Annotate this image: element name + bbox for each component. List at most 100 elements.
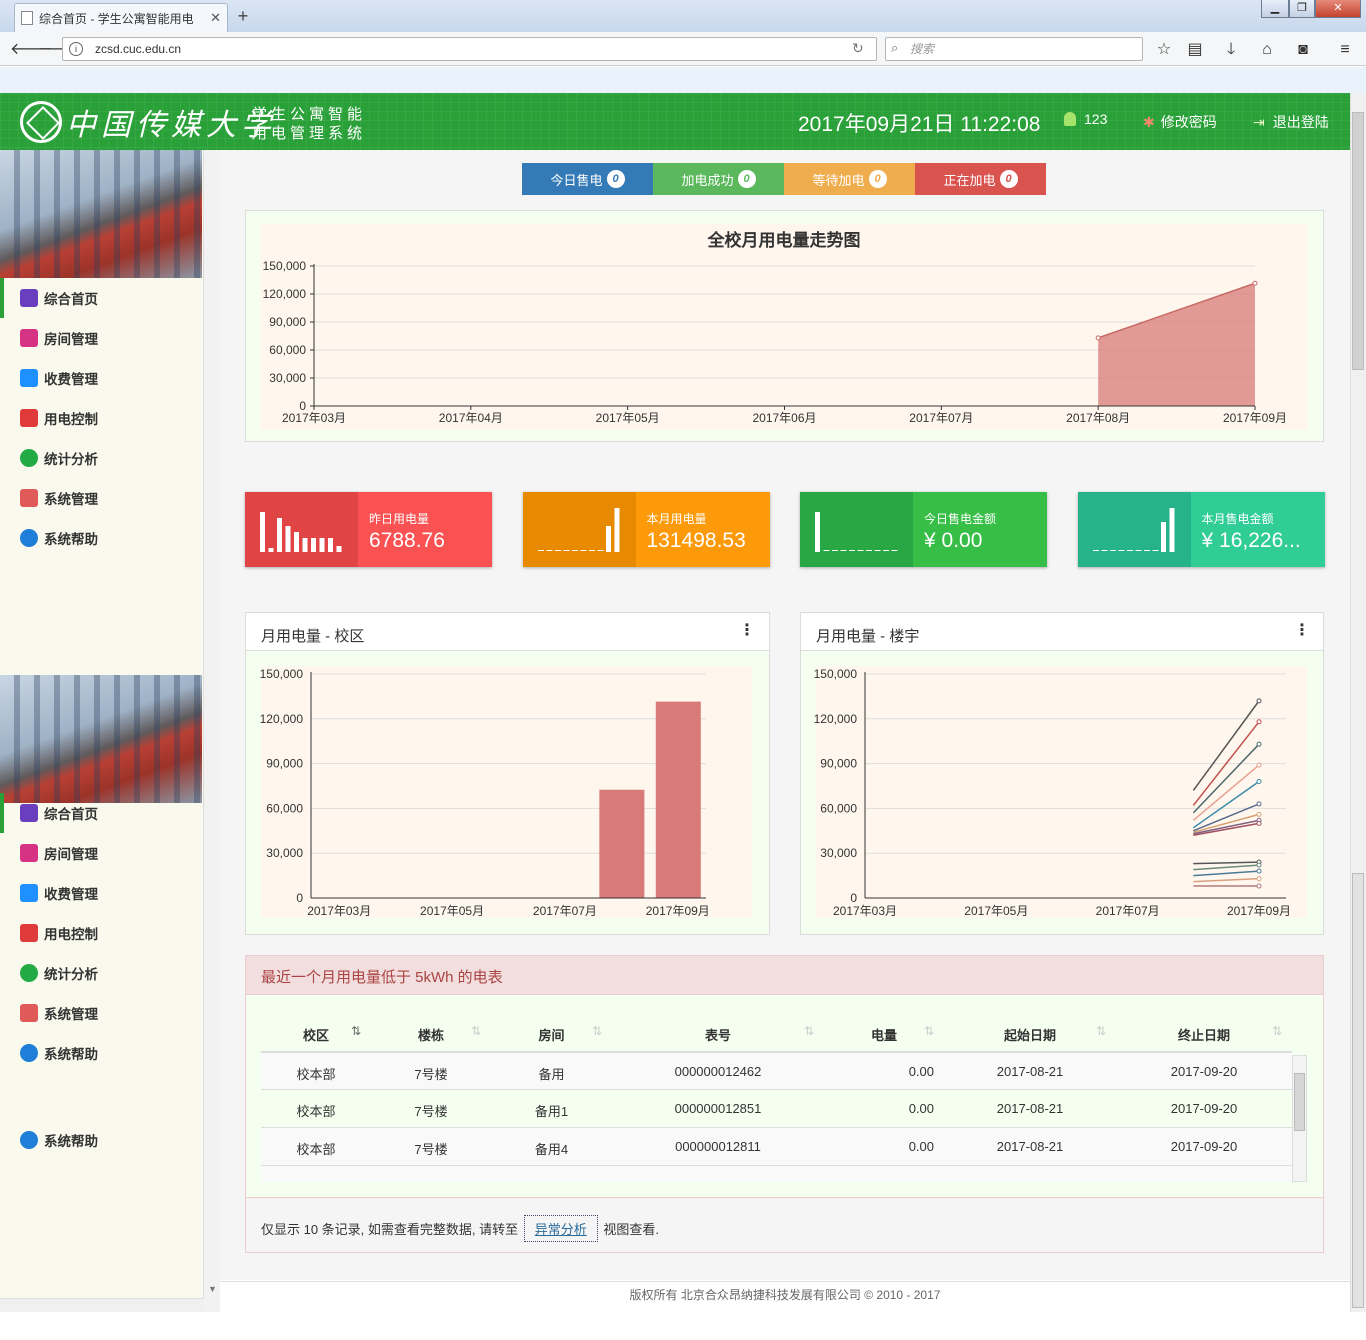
series-line [1193,877,1260,883]
change-password-link[interactable]: ✱ 修改密码 [1143,112,1217,132]
reload-icon[interactable]: ↻ [852,40,864,57]
sidebar-item-0[interactable]: 综合首页 [0,278,204,318]
status-button-2[interactable]: 等待加电 0 [784,163,915,195]
x-tick-label: 2017年09月 [1223,411,1287,425]
sparkline-icon [1077,492,1191,567]
dashboard-icon [20,289,38,307]
sidebar-item-4[interactable]: 统计分析 [0,953,204,993]
table-cell: 7号楼 [414,1067,448,1082]
sparkline-bar [336,546,342,552]
change-password-label: 修改密码 [1160,114,1217,130]
page-scroll-thumb[interactable] [1352,112,1364,370]
logout-link[interactable]: ⇥ 退出登陆 [1253,112,1329,132]
page-scroll-thumb-lower[interactable] [1352,873,1364,1308]
data-point [1256,719,1262,725]
sidebar-item-6[interactable]: 系统帮助 [0,518,204,558]
system-name-line1: 学生公寓智能 [252,106,367,123]
scroll-down-icon[interactable]: ▼ [208,1284,217,1294]
sidebar-hscrollbar[interactable] [0,1298,204,1312]
sidebar-item-label: 系统帮助 [44,1134,98,1149]
table-cell: 校本部 [296,1142,336,1157]
download-icon[interactable]: 🡓 [1220,40,1242,60]
anomaly-analysis-link[interactable]: 异常分析 [523,1215,598,1242]
y-tick-label: 30,000 [820,846,857,860]
sort-icon[interactable]: ⇅ [1272,1024,1282,1038]
sort-asc-icon[interactable]: ⇅ [351,1024,361,1038]
sparkline-bar [815,512,820,552]
table-scroll-thumb[interactable] [1294,1073,1305,1131]
y-tick-label: 90,000 [266,757,303,771]
search-input[interactable]: 搜索 [885,37,1143,61]
data-point [1256,862,1262,868]
sidebar-item-label: 房间管理 [44,847,98,862]
star-icon[interactable]: ☆ [1153,40,1175,60]
sidebar-scrollbar[interactable] [204,150,220,1312]
status-button-0[interactable]: 今日售电 0 [522,163,653,195]
sidebar-item-label: 系统帮助 [44,1047,98,1062]
sidebar-item-6[interactable]: 系统帮助 [0,1033,204,1073]
sidebar-item-1[interactable]: 房间管理 [0,833,204,873]
more-options-icon[interactable]: ⋮ [739,620,755,640]
sidebar-item-1[interactable]: 房间管理 [0,318,204,358]
sidebar-item-2[interactable]: 收费管理 [0,358,204,398]
user-menu[interactable]: 123 [1064,111,1107,127]
sort-icon[interactable]: ⇅ [592,1024,602,1038]
sort-icon[interactable]: ⇅ [471,1024,481,1038]
sparkline-baseline [857,550,864,551]
forward-icon[interactable]: 🡒 [38,40,81,60]
sidebar-item-2[interactable]: 收费管理 [0,873,204,913]
table-cell: 2017-08-21 [996,1064,1064,1079]
url-bar[interactable]: zcsd.cuc.edu.cn [62,37,877,61]
data-point [1256,883,1262,889]
data-point [1256,762,1262,768]
stat-tile-body: 今日售电金额 ¥ 0.00 [913,492,1047,567]
menu-icon[interactable]: ≡ [1334,40,1356,60]
campus-chart-header: 月用电量 - 校区 [246,613,769,651]
sidebar-item-0[interactable]: 综合首页 [0,793,204,833]
y-tick-label: 120,000 [260,712,304,726]
column-header-6[interactable]: 终止日期 [1116,1025,1292,1044]
column-header-3[interactable]: 表号 [612,1025,824,1044]
footer-note: 仅显示 10 条记录, 如需查看完整数据, 请转至 异常分析 视图查看. [261,1215,659,1242]
sort-icon[interactable]: ⇅ [804,1024,814,1038]
status-count-badge: 0 [737,170,756,188]
browser-tab[interactable]: 综合首页 - 学生公寓智能用电 ✕ [14,3,228,32]
table-cell: 备用4 [534,1142,569,1157]
status-button-3[interactable]: 正在加电 0 [915,163,1046,195]
data-point [1256,811,1262,817]
sparkline-baseline [1126,550,1133,551]
sparkline-baseline [883,550,889,551]
window-close-button[interactable]: ✕ [1315,0,1361,18]
dollar-icon [20,884,38,902]
x-tick-label: 2017年08月 [1066,411,1130,425]
sidebar-item-3[interactable]: 用电控制 [0,398,204,438]
new-tab-button[interactable]: + [234,6,252,26]
reader-icon[interactable]: ▤ [1184,40,1206,60]
sidebar-item-5[interactable]: 系统管理 [0,993,204,1033]
bar [655,701,701,898]
minimize-button[interactable]: ▁ [1261,0,1289,18]
building-icon [20,329,38,347]
pocket-icon[interactable]: ◙ [1292,40,1314,60]
close-tab-icon[interactable]: ✕ [210,10,221,26]
column-header-5[interactable]: 起始日期 [944,1025,1116,1044]
sort-icon[interactable]: ⇅ [1096,1024,1106,1038]
sidebar-item-4[interactable]: 统计分析 [0,438,204,478]
sidebar-item-3[interactable]: 用电控制 [0,913,204,953]
home-icon[interactable]: ⌂ [1256,40,1278,60]
info-icon[interactable]: i [69,42,83,56]
maximize-button[interactable]: ❐ [1289,0,1315,18]
more-options-icon[interactable]: ⋮ [1294,620,1310,640]
tab-title: 综合首页 - 学生公寓智能用电 [39,11,194,26]
back-icon[interactable]: 🡐 [10,40,53,60]
status-button-1[interactable]: 加电成功 0 [653,163,784,195]
sparkline-bar [614,508,619,552]
stat-tile-1: 本月用电量 131498.53 [522,492,770,567]
stat-value: ¥ 0.00 [924,529,983,552]
sidebar-item-5[interactable]: 系统管理 [0,478,204,518]
sparkline-bar [302,538,308,552]
table-cell: 备用1 [534,1104,569,1119]
sort-icon[interactable]: ⇅ [924,1024,934,1038]
sidebar-item-extra-help[interactable]: 系统帮助 [0,1120,204,1160]
x-tick-label: 2017年03月 [282,411,346,425]
